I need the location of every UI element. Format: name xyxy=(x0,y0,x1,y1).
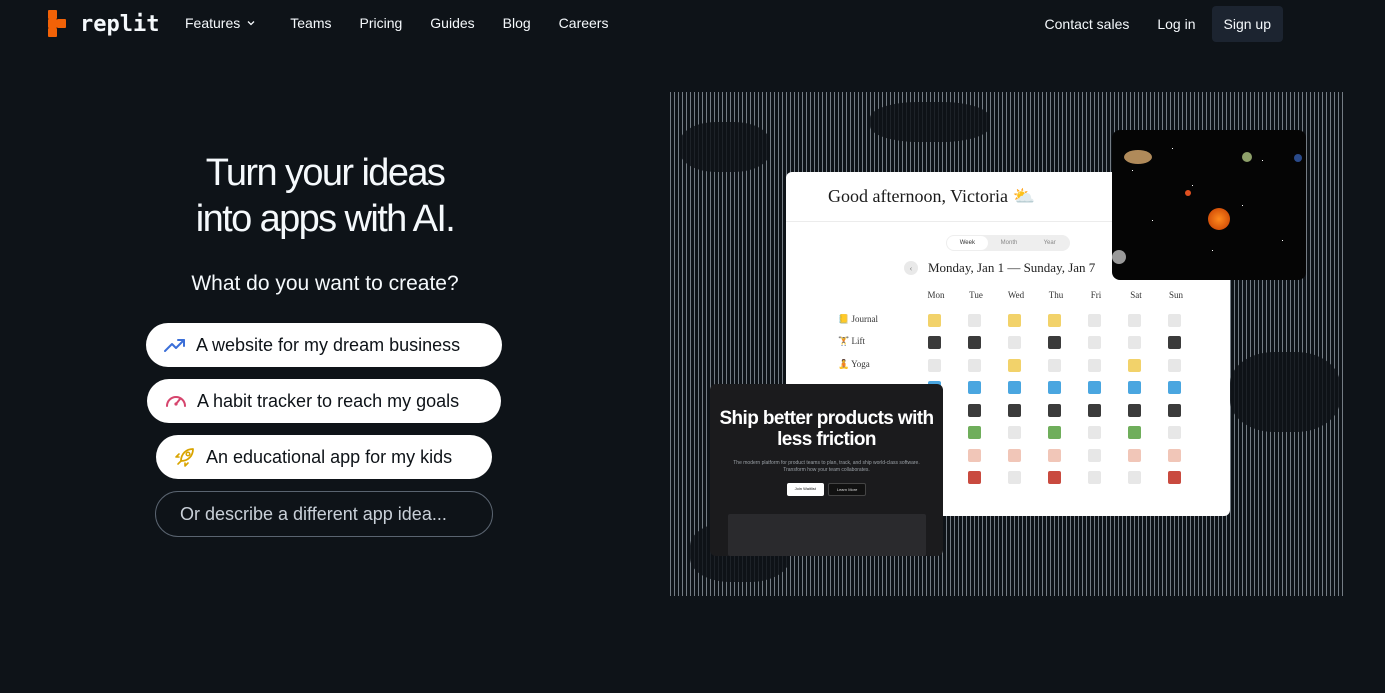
weekday-header: Mon Tue Wed Thu Fri Sat Sun xyxy=(916,290,1196,300)
habit-row xyxy=(928,359,1208,372)
rocket-icon xyxy=(175,448,194,467)
hero-illustration: Good afternoon, Victoria ⛅ Week Month Ye… xyxy=(670,92,1346,596)
segment-year: Year xyxy=(1043,240,1056,246)
habit-row xyxy=(928,426,1208,439)
weekday: Fri xyxy=(1090,290,1102,300)
product-buttons: Join Waitlist Learn More xyxy=(710,483,943,496)
chevron-left-icon: ‹ xyxy=(904,261,918,275)
weekday: Sat xyxy=(1130,290,1142,300)
nav-careers[interactable]: Careers xyxy=(559,15,609,31)
weekday: Mon xyxy=(927,290,945,300)
suggestion-website[interactable]: A website for my dream business xyxy=(146,323,502,367)
product-title: Ship better products with less friction xyxy=(719,408,934,450)
date-range: ‹ Monday, Jan 1 — Sunday, Jan 7 xyxy=(904,260,1095,276)
join-waitlist-button: Join Waitlist xyxy=(786,483,824,496)
replit-logo-icon xyxy=(48,10,72,38)
custom-idea-input[interactable]: Or describe a different app idea... xyxy=(155,491,493,537)
signup-button[interactable]: Sign up xyxy=(1211,6,1283,42)
habit-label: 🏋 Lift xyxy=(838,336,865,346)
habit-row xyxy=(928,314,1208,327)
habit-row xyxy=(928,449,1208,462)
product-ui-mock xyxy=(728,514,926,556)
hero-title-line2: into apps with AI. xyxy=(195,198,456,240)
nav-actions: Contact sales Log in Sign up xyxy=(1045,6,1283,42)
habit-row xyxy=(928,381,1208,394)
date-range-label: Monday, Jan 1 — Sunday, Jan 7 xyxy=(928,260,1096,275)
product-description: The modern platform for product teams to… xyxy=(733,460,920,473)
brand-name: replit xyxy=(80,11,160,37)
habit-label: 🧘 Yoga xyxy=(838,359,870,369)
hero: Turn your ideas into apps with AI. What … xyxy=(110,150,540,296)
background-shape xyxy=(680,122,770,172)
view-segmented-control: Week Month Year xyxy=(946,235,1070,251)
segment-month: Month xyxy=(1000,240,1018,246)
nav-guides[interactable]: Guides xyxy=(430,15,474,31)
suggestion-educational-app[interactable]: An educational app for my kids xyxy=(156,435,492,479)
nav-blog[interactable]: Blog xyxy=(503,15,531,31)
trend-up-icon xyxy=(164,339,185,352)
nav-features-label: Features xyxy=(185,15,241,31)
hero-title-line1: Turn your ideas xyxy=(205,152,446,194)
suggestion-website-label: A website for my dream business xyxy=(196,334,461,355)
habit-label: 📒 Journal xyxy=(838,314,878,324)
planet-icon xyxy=(1124,150,1152,164)
segment-week: Week xyxy=(947,236,988,250)
planet-icon xyxy=(1112,250,1126,264)
planet-icon xyxy=(1185,190,1191,196)
habit-row xyxy=(928,471,1208,484)
suggestion-habit-tracker[interactable]: A habit tracker to reach my goals xyxy=(147,379,501,423)
habit-row xyxy=(928,336,1208,349)
suggestion-habit-tracker-label: A habit tracker to reach my goals xyxy=(197,390,460,411)
background-shape xyxy=(870,102,990,142)
background-shape xyxy=(1230,352,1340,432)
replit-logo[interactable]: replit xyxy=(48,10,159,38)
login-link[interactable]: Log in xyxy=(1157,16,1195,32)
planet-icon xyxy=(1294,154,1302,162)
hero-title: Turn your ideas into apps with AI. xyxy=(110,150,540,242)
habit-row xyxy=(928,404,1208,417)
gauge-icon xyxy=(166,396,186,407)
weekday: Tue xyxy=(969,290,983,300)
learn-more-button: Learn More xyxy=(827,483,867,496)
nav-features[interactable]: Features xyxy=(185,15,256,31)
planet-icon xyxy=(1242,152,1252,162)
weekday: Thu xyxy=(1048,290,1064,300)
nav-teams[interactable]: Teams xyxy=(290,15,331,31)
chevron-down-icon xyxy=(247,21,255,26)
contact-sales-link[interactable]: Contact sales xyxy=(1045,16,1130,32)
suggestion-educational-app-label: An educational app for my kids xyxy=(206,446,453,467)
weekday: Sun xyxy=(1168,290,1183,300)
nav-pricing[interactable]: Pricing xyxy=(359,15,402,31)
weekday: Wed xyxy=(1007,290,1025,300)
solar-system-preview xyxy=(1112,130,1306,280)
hero-subtitle: What do you want to create? xyxy=(191,272,459,295)
product-landing-preview: Ship better products with less friction … xyxy=(710,384,943,556)
sun-icon xyxy=(1208,208,1230,230)
top-nav: replit Features Teams Pricing Guides Blo… xyxy=(0,0,1385,48)
nav-links: Features Teams Pricing Guides Blog Caree… xyxy=(185,0,636,46)
